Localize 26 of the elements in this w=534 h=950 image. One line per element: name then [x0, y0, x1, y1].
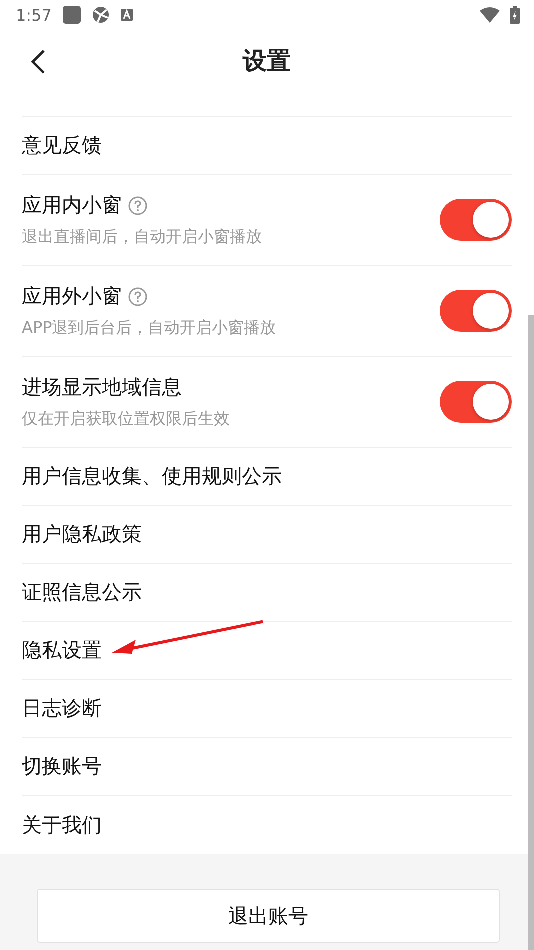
- toggle-switch[interactable]: [440, 199, 512, 241]
- toggle-switch[interactable]: [440, 381, 512, 423]
- toggle-switch[interactable]: [440, 290, 512, 332]
- setting-label: 应用内小窗: [22, 192, 122, 219]
- battery-icon: [510, 6, 520, 24]
- settings-row[interactable]: 证照信息公示: [22, 564, 512, 622]
- page-title: 设置: [243, 46, 291, 77]
- status-time: 1:57: [16, 6, 52, 24]
- setting-description: 仅在开启获取位置权限后生效: [22, 409, 230, 430]
- square-icon: [62, 5, 82, 25]
- settings-row[interactable]: 用户隐私政策: [22, 506, 512, 564]
- settings-row[interactable]: 用户信息收集、使用规则公示: [22, 448, 512, 506]
- settings-row[interactable]: 意见反馈: [22, 117, 512, 175]
- keyboard-icon: [120, 8, 134, 22]
- settings-row[interactable]: 切换账号: [22, 738, 512, 796]
- setting-label: 进场显示地域信息: [22, 374, 182, 401]
- setting-label: 应用外小窗: [22, 283, 122, 310]
- ball-icon: [92, 6, 110, 24]
- settings-row[interactable]: 日志诊断: [22, 680, 512, 738]
- wifi-icon: [480, 7, 500, 23]
- help-icon[interactable]: [128, 196, 148, 216]
- setting-description: 退出直播间后，自动开启小窗播放: [22, 227, 262, 248]
- setting-description: APP退到后台后，自动开启小窗播放: [22, 318, 276, 339]
- logout-button[interactable]: 退出账号: [37, 889, 500, 943]
- settings-row[interactable]: 关于我们: [22, 796, 512, 854]
- help-icon[interactable]: [128, 286, 148, 306]
